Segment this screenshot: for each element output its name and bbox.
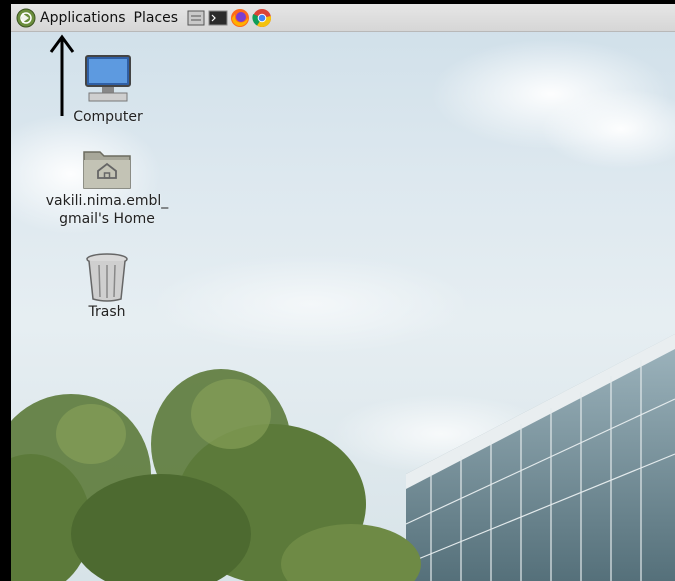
chrome-icon[interactable] [252, 8, 272, 28]
computer-icon [85, 55, 131, 102]
distributor-logo-icon[interactable] [16, 8, 36, 28]
desktop-screen: Applications Places Computer vakili.nima… [11, 4, 675, 581]
top-panel: Applications Places [11, 4, 675, 32]
firefox-icon[interactable] [230, 8, 250, 28]
trash-icon [86, 253, 128, 302]
desktop-icon-home[interactable]: vakili.nima.embl_ gmail's Home [37, 144, 177, 228]
places-menu[interactable]: Places [130, 10, 183, 26]
computer-label: Computer [73, 109, 143, 125]
home-label-line2: gmail's Home [59, 211, 155, 227]
applications-menu[interactable]: Applications [36, 10, 130, 26]
home-folder-icon [83, 151, 131, 189]
home-label-line1: vakili.nima.embl_ [45, 193, 169, 209]
desktop-icon-trash[interactable]: Trash [37, 251, 177, 321]
trash-label: Trash [88, 304, 126, 320]
terminal-icon[interactable] [208, 8, 228, 28]
desktop-icon-computer[interactable]: Computer [38, 54, 178, 126]
file-manager-icon[interactable] [186, 8, 206, 28]
